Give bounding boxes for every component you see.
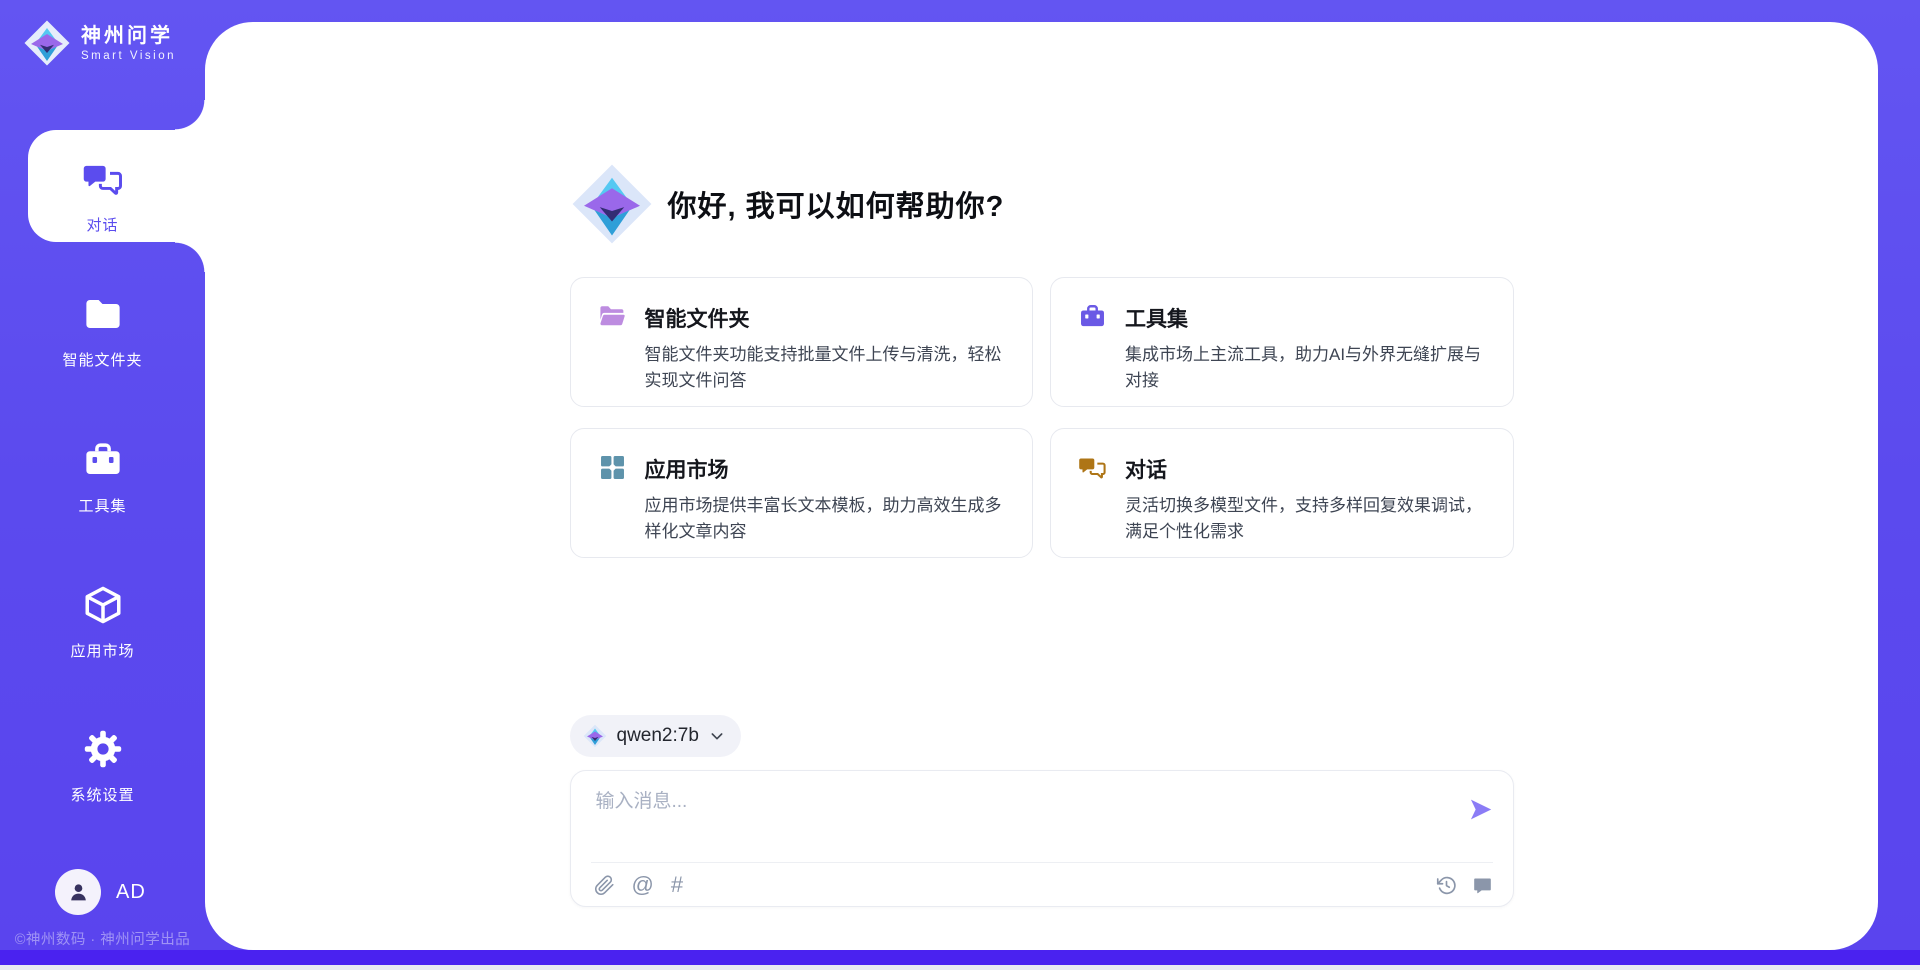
card-body: 工具集 集成市场上主流工具，助力AI与外界无缝扩展与对接: [1125, 301, 1486, 383]
sidebar: 神州问学 Smart Vision 对话 智能文件夹: [0, 0, 205, 970]
history-icon: [1436, 875, 1457, 896]
card-title: 智能文件夹: [645, 303, 1006, 333]
folder-icon: [82, 293, 124, 340]
hash-icon: #: [671, 874, 683, 896]
card-app-market[interactable]: 应用市场 应用市场提供丰富长文本模板，助力高效生成多样化文章内容: [570, 428, 1034, 558]
sidebar-item-label: 系统设置: [70, 784, 134, 805]
paperclip-icon: [594, 875, 615, 896]
card-smart-folder[interactable]: 智能文件夹 智能文件夹功能支持批量文件上传与清洗，轻松实现文件问答: [570, 277, 1034, 407]
send-arrow-icon: [1467, 796, 1494, 823]
folder-open-icon: [598, 301, 628, 383]
card-title: 应用市场: [645, 454, 1006, 484]
card-chat[interactable]: 对话 灵活切换多模型文件，支持多样回复效果调试，满足个性化需求: [1050, 428, 1514, 558]
brand-subtitle: Smart Vision: [81, 50, 176, 62]
sidebar-item-app-market[interactable]: 应用市场: [0, 584, 205, 661]
greeting-title: 你好, 我可以如何帮助你?: [668, 183, 1005, 225]
model-name: qwen2:7b: [617, 725, 699, 747]
card-description: 应用市场提供丰富长文本模板，助力高效生成多样化文章内容: [645, 493, 1006, 544]
card-description: 集成市场上主流工具，助力AI与外界无缝扩展与对接: [1125, 342, 1486, 393]
card-body: 智能文件夹 智能文件夹功能支持批量文件上传与清洗，轻松实现文件问答: [645, 301, 1006, 383]
message-input[interactable]: [594, 784, 1414, 854]
card-title: 工具集: [1125, 303, 1486, 333]
gear-icon: [82, 728, 124, 775]
sidebar-item-label: 智能文件夹: [62, 349, 142, 370]
sidebar-item-toolset[interactable]: 工具集: [0, 439, 205, 516]
send-button[interactable]: [1467, 796, 1494, 823]
chat-bubbles-icon: [1078, 452, 1108, 534]
sidebar-item-label: 应用市场: [70, 640, 134, 661]
sidebar-item-chat[interactable]: 对话: [0, 158, 205, 235]
model-selector-row: qwen2:7b: [570, 715, 1514, 757]
brand: 神州问学 Smart Vision: [23, 19, 176, 67]
person-icon: [65, 879, 92, 906]
attach-file-button[interactable]: [594, 875, 615, 896]
card-body: 对话 灵活切换多模型文件，支持多样回复效果调试，满足个性化需求: [1125, 452, 1486, 534]
hashtag-button[interactable]: #: [671, 874, 683, 896]
new-chat-button[interactable]: [1472, 875, 1493, 896]
diamond-logo-icon: [583, 724, 607, 748]
user-name: AD: [116, 881, 146, 904]
brand-text: 神州问学 Smart Vision: [81, 25, 176, 62]
chat-square-icon: [1472, 875, 1493, 896]
bottom-accent-bar: [0, 950, 1920, 965]
composer-toolbar-right: [1436, 875, 1493, 896]
page-bottom-edge: [0, 965, 1920, 970]
toolbox-icon: [82, 439, 124, 486]
model-selector[interactable]: qwen2:7b: [570, 715, 741, 757]
chat-bubbles-icon: [82, 158, 124, 205]
card-description: 智能文件夹功能支持批量文件上传与清洗，轻松实现文件问答: [645, 342, 1006, 393]
avatar: [55, 869, 101, 915]
card-body: 应用市场 应用市场提供丰富长文本模板，助力高效生成多样化文章内容: [645, 452, 1006, 534]
grid-icon: [598, 452, 628, 534]
card-title: 对话: [1125, 454, 1486, 484]
user-account[interactable]: AD: [55, 869, 146, 915]
sidebar-item-smart-folder[interactable]: 智能文件夹: [0, 293, 205, 370]
cube-icon: [82, 584, 124, 631]
toolbox-icon: [1078, 301, 1108, 383]
sidebar-item-label: 工具集: [78, 495, 126, 516]
message-composer: @ #: [570, 770, 1514, 907]
mention-button[interactable]: @: [632, 874, 654, 896]
at-sign-icon: @: [632, 874, 654, 896]
greeting-row: 你好, 我可以如何帮助你?: [570, 163, 1514, 245]
diamond-logo-icon: [570, 162, 654, 246]
copyright-footer: ©神州数码 · 神州问学出品: [0, 928, 205, 949]
composer-toolbar: @ #: [594, 863, 1493, 907]
history-button[interactable]: [1436, 875, 1457, 896]
chevron-down-icon: [709, 728, 725, 744]
card-toolset[interactable]: 工具集 集成市场上主流工具，助力AI与外界无缝扩展与对接: [1050, 277, 1514, 407]
brand-name: 神州问学: [81, 25, 176, 47]
main-content-panel: 你好, 我可以如何帮助你? 智能文件夹 智能文件夹功能支持批量文件上传与清洗，轻…: [205, 22, 1878, 950]
sidebar-item-label: 对话: [86, 214, 118, 235]
feature-cards: 智能文件夹 智能文件夹功能支持批量文件上传与清洗，轻松实现文件问答 工具集 集成…: [570, 277, 1514, 558]
card-description: 灵活切换多模型文件，支持多样回复效果调试，满足个性化需求: [1125, 493, 1486, 544]
diamond-logo-icon: [23, 19, 71, 67]
sidebar-item-settings[interactable]: 系统设置: [0, 728, 205, 805]
